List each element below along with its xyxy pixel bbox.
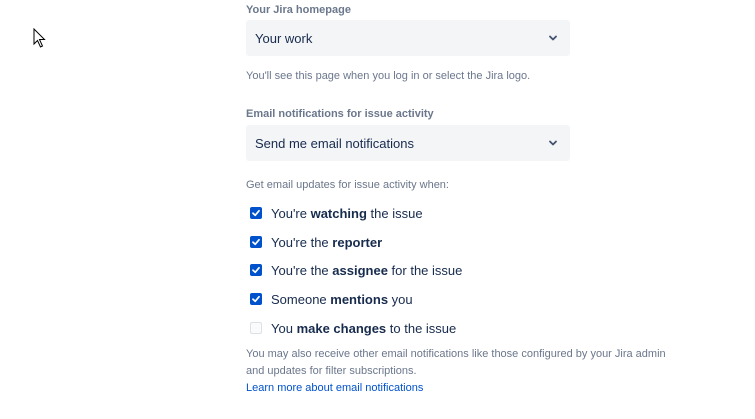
checkbox-assignee-label: You're the assignee for the issue xyxy=(271,262,463,278)
chevron-down-icon xyxy=(548,33,558,43)
checkbox-make-changes[interactable]: You make changes to the issue xyxy=(250,318,456,338)
chevron-down-icon xyxy=(548,138,558,148)
checkbox-make-changes-label: You make changes to the issue xyxy=(271,320,457,336)
checkbox-watching-label: You're watching the issue xyxy=(271,205,423,221)
homepage-select-value: Your work xyxy=(255,30,313,46)
email-updates-helper-text: Get email updates for issue activity whe… xyxy=(246,179,449,191)
checkbox-reporter-label: You're the reporter xyxy=(271,234,383,250)
checkbox-checked[interactable] xyxy=(250,293,262,305)
email-notifications-select[interactable]: Send me email notifications xyxy=(246,125,570,161)
email-notifications-label: Email notifications for issue activity xyxy=(246,108,434,120)
checkbox-reporter[interactable]: You're the reporter xyxy=(250,232,382,252)
checkbox-watching[interactable]: You're watching the issue xyxy=(250,203,423,223)
check-icon xyxy=(252,238,260,246)
preferences-panel: Your Jira homepage Your work You'll see … xyxy=(0,0,755,419)
checkbox-unchecked[interactable] xyxy=(250,322,262,334)
homepage-helper-text: You'll see this page when you log in or … xyxy=(246,70,531,82)
homepage-label: Your Jira homepage xyxy=(246,4,351,16)
check-icon xyxy=(252,209,260,217)
checkbox-mentions-label: Someone mentions you xyxy=(271,291,413,307)
checkbox-checked[interactable] xyxy=(250,264,262,276)
other-notifications-note: You may also receive other email notific… xyxy=(246,348,666,377)
learn-more-link[interactable]: Learn more about email notifications xyxy=(246,382,423,394)
checkbox-checked[interactable] xyxy=(250,236,262,248)
check-icon xyxy=(252,295,260,303)
mouse-pointer-icon xyxy=(33,28,46,48)
email-notifications-select-value: Send me email notifications xyxy=(255,135,414,151)
check-icon xyxy=(252,266,260,274)
homepage-select[interactable]: Your work xyxy=(246,20,570,56)
checkbox-checked[interactable] xyxy=(250,207,262,219)
checkbox-mentions[interactable]: Someone mentions you xyxy=(250,289,413,309)
checkbox-assignee[interactable]: You're the assignee for the issue xyxy=(250,260,462,280)
